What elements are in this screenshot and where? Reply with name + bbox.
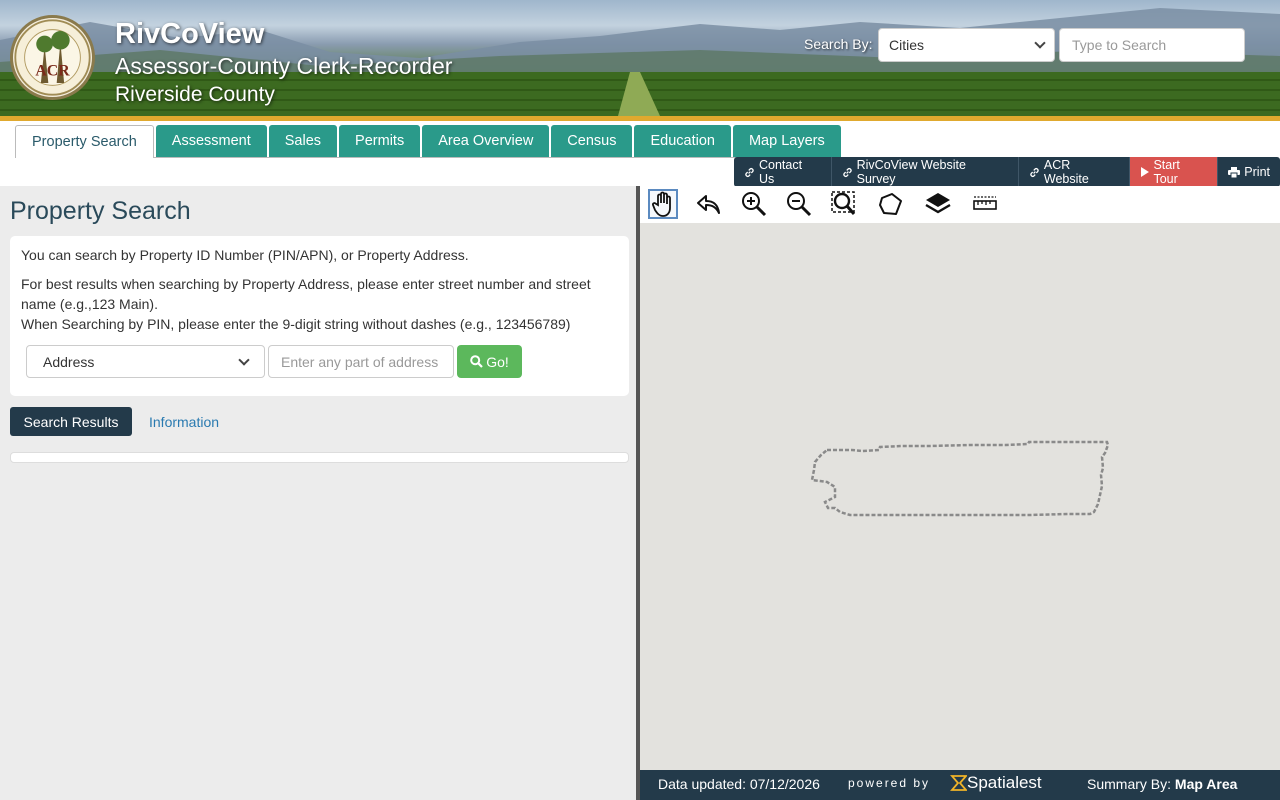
search-type-value: Address — [43, 353, 95, 370]
layers-icon — [925, 193, 951, 214]
tab-map-layers[interactable]: Map Layers — [732, 125, 841, 157]
layers-button[interactable] — [923, 189, 953, 219]
polygon-select-button[interactable] — [876, 189, 906, 219]
search-type-select[interactable]: Address — [26, 345, 265, 378]
acr-seal-logo: ACR — [10, 15, 95, 100]
zoom-in-button[interactable] — [739, 189, 769, 219]
tab-education[interactable]: Education — [634, 125, 731, 157]
print-icon — [1228, 166, 1241, 178]
play-icon — [1140, 167, 1149, 177]
zoom-out-button[interactable] — [784, 189, 814, 219]
full-extent-icon — [831, 191, 856, 215]
brand-name: Spatialest — [967, 773, 1042, 792]
address-tip-line-2: name (e.g.,123 Main). — [21, 296, 158, 312]
search-by-select[interactable]: Cities — [878, 28, 1055, 62]
header-banner: ACR RivCoView Assessor-County Clerk-Reco… — [0, 0, 1280, 116]
tab-assessment[interactable]: Assessment — [155, 125, 267, 157]
search-icon — [470, 355, 483, 368]
map-toolbar — [640, 186, 1280, 223]
svg-text:ACR: ACR — [35, 63, 70, 80]
measure-button[interactable] — [970, 189, 1000, 219]
print-button[interactable]: Print — [1218, 157, 1280, 187]
start-tour-button[interactable]: Start Tour — [1129, 157, 1219, 187]
start-tour-label: Start Tour — [1153, 158, 1180, 186]
go-button[interactable]: Go! — [457, 345, 522, 378]
property-search-panel: Property Search You can search by Proper… — [0, 186, 638, 800]
polygon-select-icon — [879, 193, 902, 215]
contact-us-button[interactable]: Contact Us — [734, 157, 832, 187]
link-icon — [745, 167, 754, 177]
link-icon — [842, 167, 852, 177]
county-name: Riverside County — [115, 83, 275, 106]
search-by-label: Search By: — [804, 36, 873, 52]
tab-property-search[interactable]: Property Search — [15, 125, 154, 158]
app-title: RivCoView — [115, 18, 265, 50]
website-survey-button[interactable]: RivCoView Website Survey — [831, 157, 1019, 187]
previous-extent-icon — [697, 195, 720, 214]
summary-by[interactable]: Summary By: Map Area — [1087, 776, 1237, 792]
pin-tip: When Searching by PIN, please enter the … — [21, 316, 571, 332]
chevron-down-icon — [238, 353, 250, 366]
full-extent-button[interactable] — [829, 189, 859, 219]
acr-website-label: ACR Website — [1043, 158, 1089, 186]
map-footer: Data updated: 07/12/2026 powered by Spat… — [640, 770, 1280, 800]
spatialest-icon — [950, 775, 967, 791]
spatialest-logo[interactable]: Spatialest — [949, 773, 1042, 793]
title-block: RivCoView Assessor-County Clerk-Recorder… — [115, 16, 452, 110]
intro-text: You can search by Property ID Number (PI… — [21, 247, 469, 263]
search-by-value: Cities — [889, 37, 925, 53]
search-card: You can search by Property ID Number (PI… — [10, 236, 629, 396]
main-tabs: Property Search Assessment Sales Permits… — [15, 125, 843, 158]
zoom-out-icon — [787, 192, 812, 217]
county-boundary — [810, 440, 1110, 517]
pan-hand-icon — [652, 191, 671, 217]
summary-label: Summary By: — [1087, 776, 1172, 792]
go-label: Go! — [486, 353, 509, 370]
chevron-down-icon — [1034, 37, 1046, 49]
action-buttons: Contact Us RivCoView Website Survey ACR … — [734, 157, 1280, 187]
address-tip-line-1: For best results when searching by Prope… — [21, 276, 591, 292]
tab-census[interactable]: Census — [551, 125, 633, 157]
summary-value: Map Area — [1174, 776, 1238, 792]
navbar: Property Search Assessment Sales Permits… — [0, 121, 1280, 187]
address-input[interactable] — [268, 345, 454, 378]
panel-title: Property Search — [10, 197, 191, 225]
link-icon — [1030, 167, 1039, 177]
print-label: Print — [1244, 165, 1270, 179]
tab-area-overview[interactable]: Area Overview — [422, 125, 550, 157]
website-survey-label: RivCoView Website Survey — [856, 158, 966, 186]
tab-permits[interactable]: Permits — [339, 125, 421, 157]
search-results-box — [10, 452, 629, 463]
app-subtitle: Assessor-County Clerk-Recorder — [115, 53, 453, 79]
tab-sales[interactable]: Sales — [268, 125, 338, 157]
tab-information[interactable]: Information — [149, 414, 219, 430]
tab-search-results[interactable]: Search Results — [10, 407, 132, 436]
powered-by-text: powered by — [848, 776, 931, 790]
data-updated-text: Data updated: 07/12/2026 — [658, 776, 820, 792]
acr-website-button[interactable]: ACR Website — [1018, 157, 1130, 187]
zoom-in-icon — [742, 192, 767, 217]
map-canvas[interactable] — [640, 223, 1280, 770]
header-search-input[interactable] — [1059, 28, 1245, 62]
previous-extent-button[interactable] — [694, 189, 724, 219]
measure-icon — [973, 196, 997, 210]
pan-tool-button[interactable] — [648, 189, 678, 219]
contact-us-label: Contact Us — [758, 158, 803, 186]
map-panel: Data updated: 07/12/2026 powered by Spat… — [640, 186, 1280, 800]
